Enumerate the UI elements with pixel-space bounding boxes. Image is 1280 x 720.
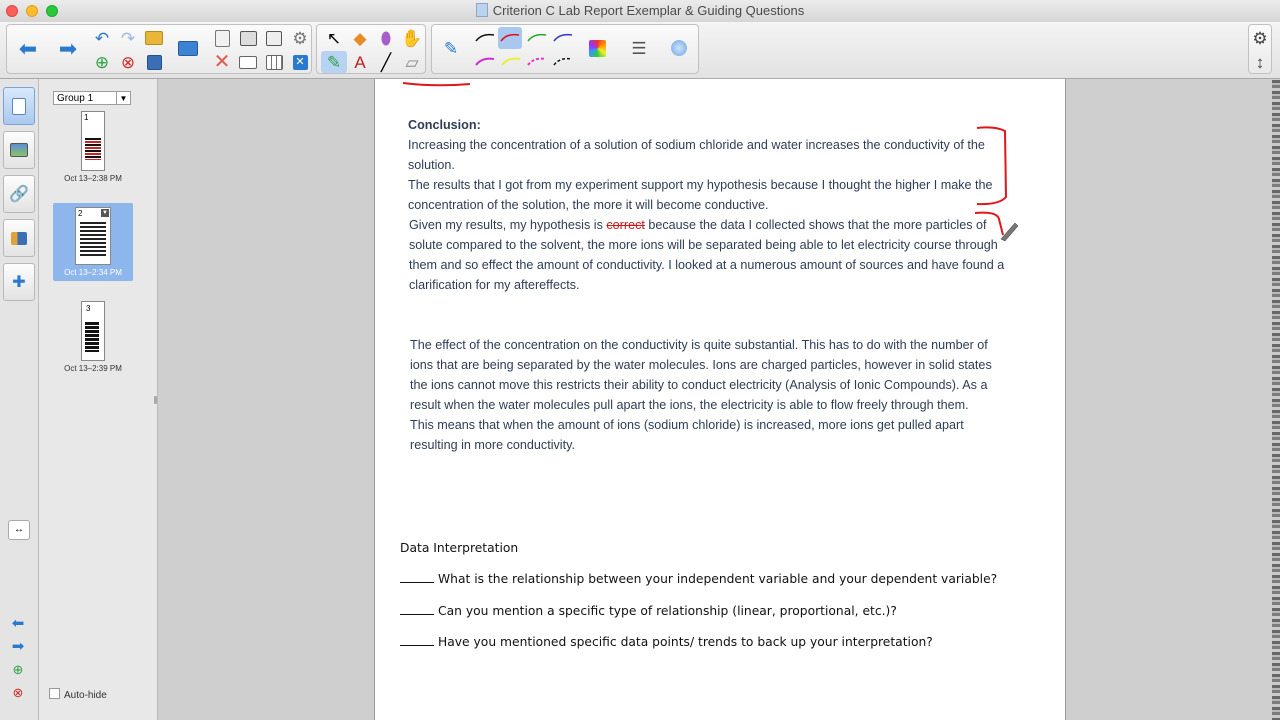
attachments-tab[interactable]: 🔗: [3, 175, 35, 213]
toolbar-group-navigation: ⬅ ➡ ↶ ↷ ⊕ ⊗ ⚙ ✕ ✕: [6, 24, 312, 74]
thumbnail-image: 1: [81, 111, 105, 171]
color-palette-icon[interactable]: [586, 37, 608, 59]
properties-tab[interactable]: [3, 219, 35, 257]
side-tab-rail: 🔗 ✚ ↔ ⬅ ➡ ⊕ ⊗: [0, 79, 39, 720]
page-icon: [12, 97, 26, 115]
workspace: Conclusion: Increasing the concentration…: [154, 79, 1280, 720]
delete-icon[interactable]: ✕: [211, 51, 233, 73]
page-thumbnail-1[interactable]: 1 Oct 13–2:38 PM: [53, 111, 133, 183]
forward-arrow-icon[interactable]: ➡: [57, 38, 79, 60]
pen-cursor-icon: [1000, 222, 1019, 242]
gallery-tab[interactable]: [3, 131, 35, 169]
sidebar-delete-page-icon[interactable]: ⊗: [7, 681, 29, 703]
open-folder-icon[interactable]: [143, 27, 165, 49]
eraser-icon[interactable]: ⬮: [375, 27, 397, 49]
shapes-icon[interactable]: ◆: [349, 27, 371, 49]
question-2: Can you mention a specific type of relat…: [400, 604, 897, 618]
page-thumbnail-3[interactable]: 3 Oct 13–2:39 PM: [53, 301, 133, 373]
puzzle-icon: ✚: [12, 274, 26, 291]
document-icon: [475, 3, 488, 17]
properties-icon: [11, 231, 27, 245]
addons-tab[interactable]: ✚: [3, 263, 35, 301]
conclusion-paragraph-4: The effect of the concentration on the c…: [410, 338, 992, 452]
pen-icon[interactable]: ✎: [440, 37, 462, 59]
line-properties-icon[interactable]: ☰: [628, 37, 650, 59]
save-icon[interactable]: [143, 51, 165, 73]
ink-bracket-bottom: [974, 211, 1004, 236]
pen-style-magenta-icon[interactable]: [474, 51, 496, 73]
toolbar-group-settings: ⚙ ↕: [1248, 24, 1272, 74]
page-timestamp: Oct 13–2:39 PM: [64, 364, 122, 373]
pen-style-pink-icon[interactable]: [526, 51, 548, 73]
whiteboard-page[interactable]: Conclusion: Increasing the concentration…: [374, 79, 1066, 720]
fullscreen-icon[interactable]: ✕: [289, 51, 311, 73]
display-toggle-icon[interactable]: [237, 51, 259, 73]
ink-bracket-top: [976, 126, 1008, 206]
page-timestamp: Oct 13–2:34 PM: [64, 268, 122, 277]
page-thumbnail-2[interactable]: 2 ▼ Oct 13–2:34 PM: [53, 203, 133, 281]
gear-icon[interactable]: ⚙: [1249, 27, 1271, 49]
page-timestamp: Oct 13–2:38 PM: [64, 174, 122, 183]
thumbnail-image: 3: [81, 301, 105, 361]
question-3: Have you mentioned specific data points/…: [400, 635, 933, 649]
checkbox-box: [49, 688, 60, 699]
screen-shade-icon[interactable]: [177, 37, 199, 59]
page-menu-icon[interactable]: ▼: [101, 209, 109, 217]
gallery-icon[interactable]: ⚙: [289, 27, 311, 49]
pen-style-yellow-icon[interactable]: [500, 51, 522, 73]
undo-icon[interactable]: ↶: [91, 27, 113, 49]
gallery-object-icon[interactable]: [668, 37, 690, 59]
table-icon[interactable]: [263, 51, 285, 73]
paste-icon[interactable]: [211, 27, 233, 49]
question-1: What is the relationship between your in…: [400, 572, 997, 586]
fill-icon[interactable]: ✋: [401, 27, 423, 49]
pen-style-blue-icon[interactable]: [552, 27, 574, 49]
screen-edge-artifact: [1272, 80, 1280, 720]
sidebar-add-page-icon[interactable]: ⊕: [7, 658, 29, 680]
toolbar: ⬅ ➡ ↶ ↷ ⊕ ⊗ ⚙ ✕ ✕ ↖ ◆ ⬮ ✋ ✎ A ╱ ▱ ✎ ☰ ⚙ …: [0, 22, 1280, 79]
paperclip-icon: 🔗: [9, 186, 29, 203]
thumbnail-image: 2 ▼: [75, 207, 111, 265]
delete-page-icon[interactable]: ⊗: [117, 51, 139, 73]
redo-icon[interactable]: ↷: [117, 27, 139, 49]
text-icon[interactable]: A: [349, 51, 371, 73]
sidebar-forward-icon[interactable]: ➡: [7, 635, 29, 657]
highlighter-icon[interactable]: ▱: [401, 51, 423, 73]
page-sorter: Group 1 ▼ 1 Oct 13–2:38 PM 2 ▼ Oct 13–2:3…: [39, 79, 158, 720]
image-icon: [10, 143, 28, 157]
ink-underline: [402, 82, 471, 87]
data-interpretation-heading: Data Interpretation: [400, 541, 519, 555]
resize-sidebar-icon[interactable]: ↔: [8, 520, 30, 540]
screen-capture-icon[interactable]: [263, 27, 285, 49]
pen-style-green-icon[interactable]: [526, 27, 548, 49]
auto-hide-checkbox[interactable]: Auto-hide: [49, 688, 107, 701]
pen-style-black-icon[interactable]: [474, 27, 496, 49]
pen-style-red-icon[interactable]: [498, 27, 522, 49]
capture-icon[interactable]: [237, 27, 259, 49]
add-page-icon[interactable]: ⊕: [91, 51, 113, 73]
group-select[interactable]: Group 1 ▼: [53, 91, 131, 105]
window-title: Criterion C Lab Report Exemplar & Guidin…: [0, 3, 1280, 18]
toolbar-group-pens: ✎ ☰: [431, 24, 699, 74]
move-toolbar-icon[interactable]: ↕: [1249, 51, 1271, 73]
chevron-down-icon: ▼: [116, 92, 130, 104]
ink-annotations: [402, 82, 1019, 242]
sidebar-back-icon[interactable]: ⬅: [7, 612, 29, 634]
magic-pen-icon[interactable]: ✎: [321, 51, 347, 73]
select-icon[interactable]: ↖: [323, 27, 345, 49]
pen-style-dashed-icon[interactable]: [552, 51, 574, 73]
title-bar: Criterion C Lab Report Exemplar & Guidin…: [0, 0, 1280, 23]
page-sorter-tab[interactable]: [3, 87, 35, 125]
back-arrow-icon[interactable]: ⬅: [17, 38, 39, 60]
sorter-resize-handle[interactable]: [154, 396, 157, 404]
toolbar-group-tools: ↖ ◆ ⬮ ✋ ✎ A ╱ ▱: [316, 24, 426, 74]
line-icon[interactable]: ╱: [375, 51, 397, 73]
